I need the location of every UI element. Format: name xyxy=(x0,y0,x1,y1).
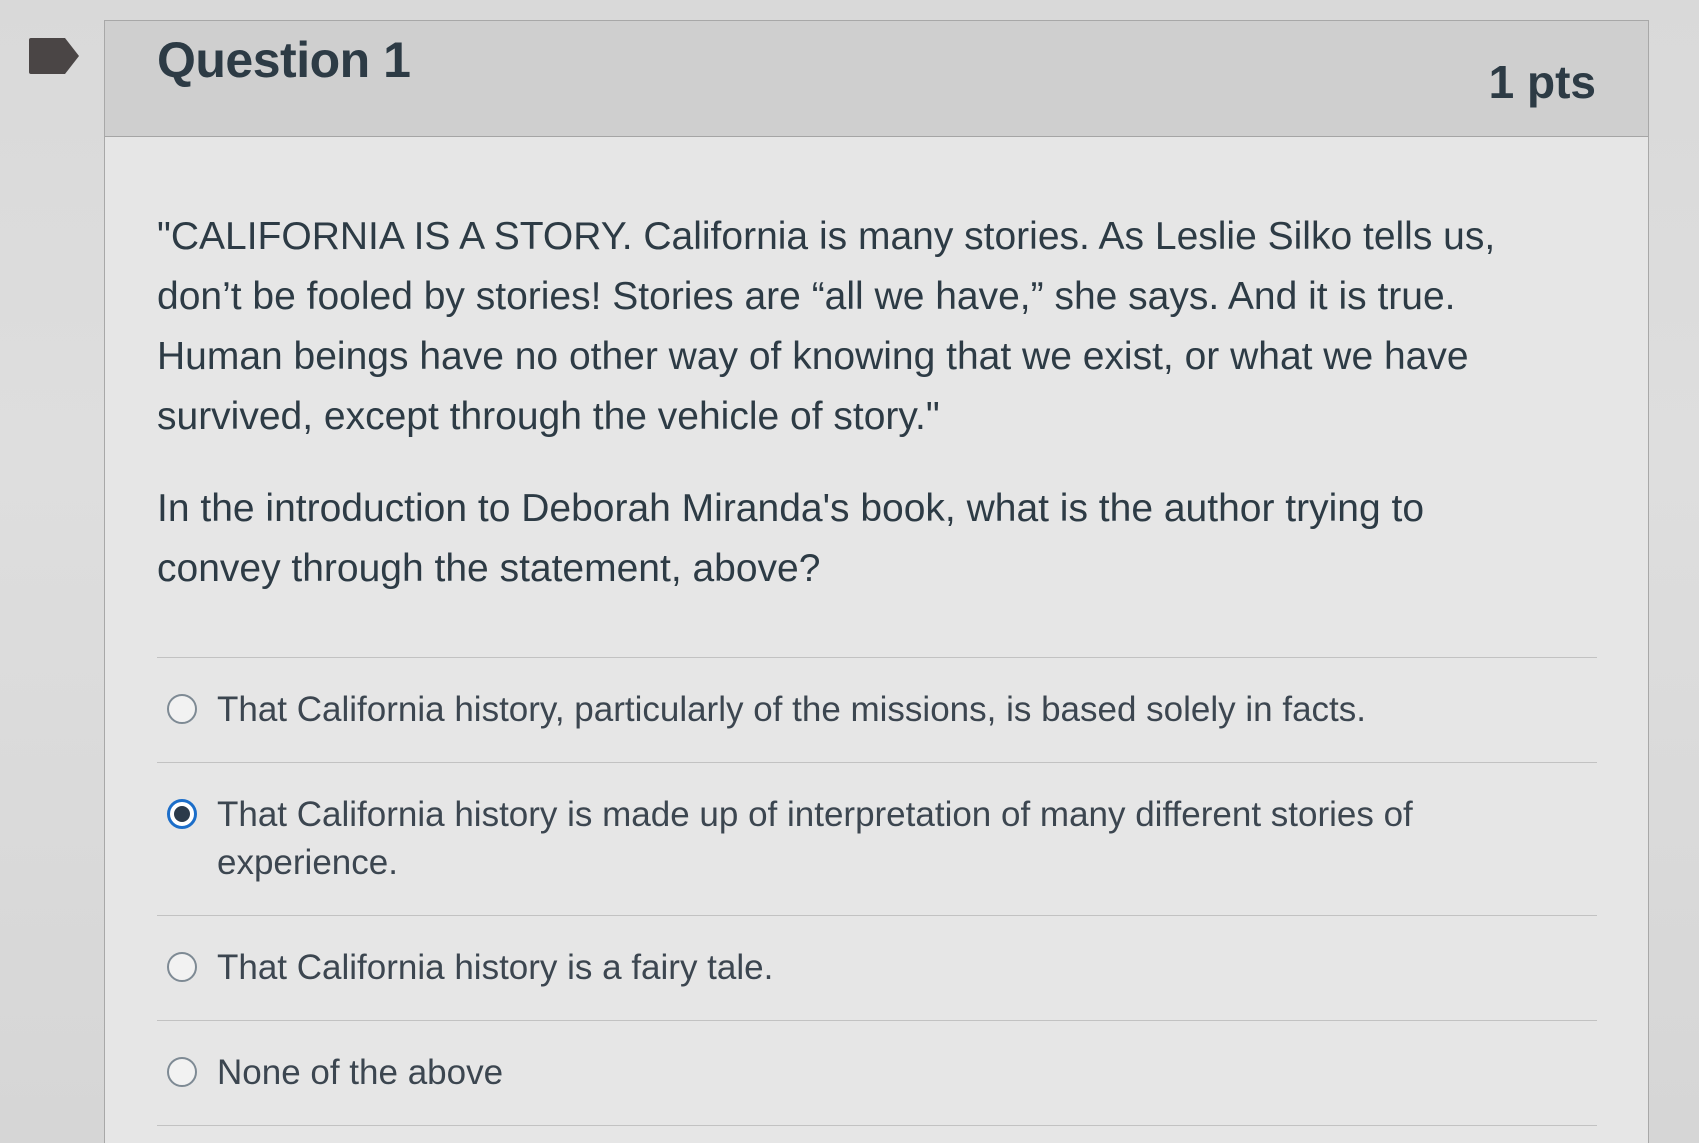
answer-label[interactable]: None of the above xyxy=(217,1049,1517,1097)
answer-label[interactable]: That California history is made up of in… xyxy=(217,791,1517,887)
question-body: "CALIFORNIA IS A STORY. California is ma… xyxy=(105,137,1648,1126)
radio-button[interactable] xyxy=(167,952,197,982)
answer-label[interactable]: That California history, particularly of… xyxy=(217,686,1517,734)
answer-option-2[interactable]: That California history is made up of in… xyxy=(157,763,1597,916)
answer-option-3[interactable]: That California history is a fairy tale. xyxy=(157,916,1597,1021)
question-passage: "CALIFORNIA IS A STORY. California is ma… xyxy=(157,215,1496,438)
answer-list: That California history, particularly of… xyxy=(157,657,1597,1126)
answer-label[interactable]: That California history is a fairy tale. xyxy=(217,944,1517,992)
answer-option-4[interactable]: None of the above xyxy=(157,1021,1597,1126)
question-points: 1 pts xyxy=(1488,56,1596,108)
question-card: Question 1 1 pts "CALIFORNIA IS A STORY.… xyxy=(104,20,1649,1143)
question-header: Question 1 1 pts xyxy=(105,21,1648,137)
answer-option-1[interactable]: That California history, particularly of… xyxy=(157,658,1597,763)
bookmark-flag-icon[interactable] xyxy=(25,36,81,76)
radio-button[interactable] xyxy=(167,694,197,724)
quiz-page: Question 1 1 pts "CALIFORNIA IS A STORY.… xyxy=(0,0,1699,1143)
radio-button[interactable] xyxy=(167,1057,197,1087)
question-prompt: In the introduction to Deborah Miranda's… xyxy=(157,487,1425,590)
radio-button-selected[interactable] xyxy=(167,799,197,829)
question-title: Question 1 xyxy=(157,32,411,88)
